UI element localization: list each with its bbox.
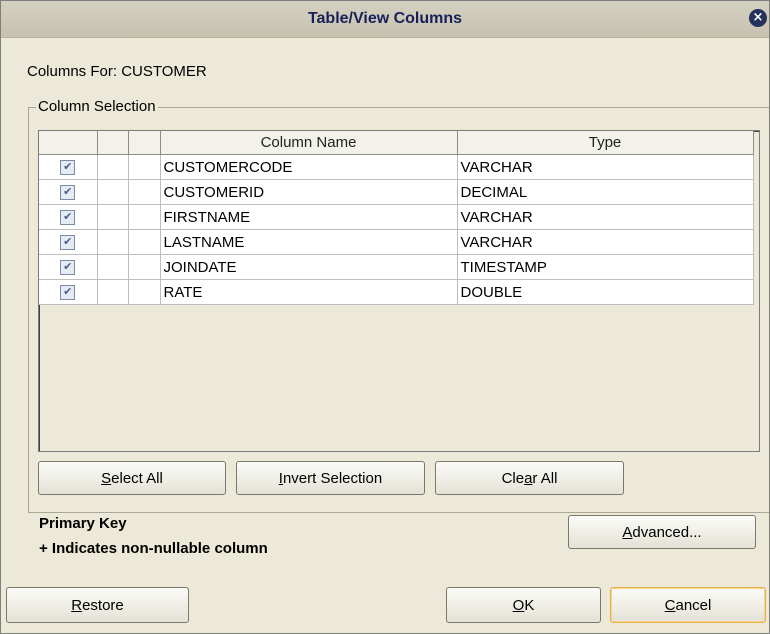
- primary-key-cell: [97, 179, 129, 205]
- table-view-columns-dialog: Table/View Columns × Columns For: CUSTOM…: [0, 0, 770, 634]
- row-checkbox-cell[interactable]: ✔: [39, 254, 98, 280]
- column-type-cell[interactable]: VARCHAR: [457, 204, 754, 230]
- column-type-cell[interactable]: TIMESTAMP: [457, 254, 754, 280]
- nullable-cell: [128, 204, 161, 230]
- header-type[interactable]: Type: [457, 131, 754, 155]
- nullable-cell: [128, 254, 161, 280]
- column-type-cell[interactable]: DOUBLE: [457, 279, 754, 305]
- column-name-cell[interactable]: JOINDATE: [160, 254, 458, 280]
- columns-table: Column Name Type ✔ CUSTOMERCODE VARCHAR …: [38, 130, 760, 452]
- cancel-button[interactable]: Cancel: [610, 587, 766, 623]
- nullable-cell: [128, 179, 161, 205]
- ok-label: K: [524, 597, 535, 614]
- columns-grid: Column Name Type ✔ CUSTOMERCODE VARCHAR …: [39, 131, 754, 305]
- column-name-cell[interactable]: CUSTOMERID: [160, 179, 458, 205]
- cancel-mnemonic: C: [664, 597, 676, 614]
- select-all-label: elect All: [111, 470, 163, 487]
- column-type-cell[interactable]: VARCHAR: [457, 154, 754, 180]
- primary-key-cell: [97, 154, 129, 180]
- title-bar[interactable]: Table/View Columns ×: [1, 1, 769, 38]
- select-all-button[interactable]: Select All: [38, 461, 226, 495]
- close-icon[interactable]: ×: [749, 9, 767, 27]
- nullable-cell: [128, 279, 161, 305]
- row-checkbox-cell[interactable]: ✔: [39, 229, 98, 255]
- checkbox[interactable]: ✔: [60, 260, 76, 276]
- dialog-title: Table/View Columns: [307, 10, 463, 27]
- table-header-row: Column Name Type: [39, 131, 754, 155]
- table-row[interactable]: ✔ CUSTOMERCODE VARCHAR: [39, 154, 754, 180]
- clear-all-label: r All: [532, 470, 558, 487]
- nullable-cell: [128, 154, 161, 180]
- restore-button[interactable]: Restore: [6, 587, 189, 623]
- row-checkbox-cell[interactable]: ✔: [39, 154, 98, 180]
- column-name-cell[interactable]: RATE: [160, 279, 458, 305]
- column-type-cell[interactable]: VARCHAR: [457, 229, 754, 255]
- column-name-cell[interactable]: FIRSTNAME: [160, 204, 458, 230]
- advanced-button[interactable]: Advanced...: [568, 515, 756, 549]
- cancel-label: ancel: [675, 597, 712, 614]
- non-nullable-legend: + Indicates non-nullable column: [39, 540, 268, 557]
- invert-label: nvert Selection: [282, 470, 383, 487]
- primary-key-cell: [97, 204, 129, 230]
- primary-key-cell: [97, 279, 129, 305]
- nullable-cell: [128, 229, 161, 255]
- header-column-name[interactable]: Column Name: [160, 131, 458, 155]
- table-row[interactable]: ✔ CUSTOMERID DECIMAL: [39, 179, 754, 205]
- columns-for-label: Columns For: CUSTOMER: [27, 63, 207, 80]
- table-row[interactable]: ✔ FIRSTNAME VARCHAR: [39, 204, 754, 230]
- column-name-cell[interactable]: CUSTOMERCODE: [160, 154, 458, 180]
- checkbox[interactable]: ✔: [60, 160, 76, 176]
- checkbox[interactable]: ✔: [60, 235, 76, 251]
- restore-label: estore: [82, 597, 124, 614]
- advanced-mnemonic: A: [622, 524, 633, 541]
- primary-key-legend: Primary Key: [39, 515, 127, 532]
- row-checkbox-cell[interactable]: ✔: [39, 279, 98, 305]
- checkbox[interactable]: ✔: [60, 210, 76, 226]
- checkbox[interactable]: ✔: [60, 285, 76, 301]
- header-primary-key[interactable]: [97, 131, 129, 155]
- row-checkbox-cell[interactable]: ✔: [39, 179, 98, 205]
- primary-key-cell: [97, 229, 129, 255]
- ok-mnemonic: O: [512, 597, 525, 614]
- checkbox[interactable]: ✔: [60, 185, 76, 201]
- advanced-label: dvanced...: [632, 524, 702, 541]
- invert-selection-button[interactable]: Invert Selection: [236, 461, 425, 495]
- table-row[interactable]: ✔ LASTNAME VARCHAR: [39, 229, 754, 255]
- select-all-mnemonic: S: [101, 470, 112, 487]
- column-selection-title: Column Selection: [36, 98, 158, 115]
- header-nullable[interactable]: [128, 131, 161, 155]
- clear-all-button[interactable]: Clear All: [435, 461, 624, 495]
- column-name-cell[interactable]: LASTNAME: [160, 229, 458, 255]
- restore-mnemonic: R: [71, 597, 83, 614]
- row-checkbox-cell[interactable]: ✔: [39, 204, 98, 230]
- primary-key-cell: [97, 254, 129, 280]
- table-row[interactable]: ✔ RATE DOUBLE: [39, 279, 754, 305]
- header-select[interactable]: [39, 131, 98, 155]
- column-type-cell[interactable]: DECIMAL: [457, 179, 754, 205]
- clear-all-label-pre: Cle: [501, 470, 525, 487]
- ok-button[interactable]: OK: [446, 587, 601, 623]
- table-row[interactable]: ✔ JOINDATE TIMESTAMP: [39, 254, 754, 280]
